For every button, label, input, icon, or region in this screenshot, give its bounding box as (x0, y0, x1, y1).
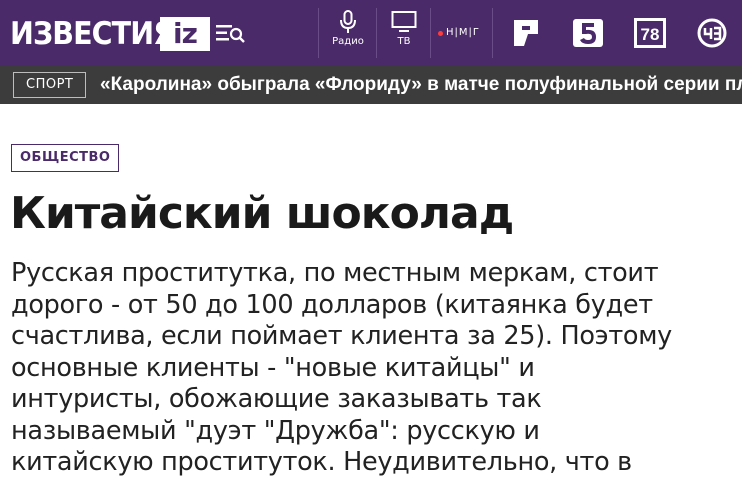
menu-search-button[interactable] (214, 20, 246, 46)
channel-78-icon: 78 (634, 18, 666, 48)
article-lead-line: Русская проститутка, по местным меркам, … (11, 258, 659, 288)
article-lead-line: основные клиенты - "новые китайцы" и (11, 352, 535, 383)
ticker-headline-link[interactable]: «Каролина» обыграла «Флориду» в матче по… (100, 66, 742, 104)
channel-78-button[interactable]: 78 (634, 18, 666, 48)
microphone-icon (340, 10, 356, 33)
nmg-dot-icon (438, 30, 443, 36)
channel-5-icon (573, 19, 603, 47)
radio-label: Радио (332, 36, 364, 47)
tv-icon (391, 11, 417, 32)
article-lead: Русская проститутка, по местным меркам, … (11, 258, 736, 479)
radio-button[interactable]: Радио (328, 10, 368, 56)
ren-tv-button[interactable] (510, 18, 542, 48)
tv-button[interactable]: ТВ (386, 10, 422, 56)
article-lead-line: называемый "дуэт "Дружба": русскую и (11, 415, 540, 446)
channel-5-button[interactable] (572, 18, 604, 48)
svg-text:78: 78 (641, 25, 660, 44)
article-lead-line: счастлива, если поймает клиента за 25). … (11, 321, 672, 351)
article-title: Китайский шоколад (10, 188, 514, 239)
che-button[interactable] (696, 18, 728, 48)
tv-label: ТВ (397, 36, 411, 47)
header-divider (318, 8, 319, 58)
article-rubric-tag[interactable]: ОБЩЕСТВО (11, 144, 120, 172)
menu-search-icon (216, 25, 245, 43)
nmg-label: Н|М|Г (446, 27, 480, 38)
article-lead-line: китайскую проституток. Неудивительно, чт… (11, 447, 632, 477)
logo-text: ИЗВЕСТИЯ (10, 16, 175, 52)
header-divider (376, 8, 377, 58)
article-lead-line: дорого - от 50 до 100 долларов (китаянка… (11, 289, 653, 320)
header-divider (430, 8, 431, 58)
logo-badge: iz (160, 17, 210, 51)
site-header: ИЗВЕСТИЯ iz Радио ТВ Н|М|Г 78 (0, 0, 742, 66)
che-icon (697, 18, 727, 48)
article-lead-line: интуристы, обожающие заказывать так (11, 384, 542, 414)
header-divider (492, 8, 493, 58)
ticker-category-tag[interactable]: СПОРТ (13, 72, 87, 98)
news-ticker: СПОРТ «Каролина» обыграла «Флориду» в ма… (0, 66, 742, 104)
izvestia-logo[interactable]: ИЗВЕСТИЯ iz (10, 14, 210, 54)
nmg-link[interactable]: Н|М|Г (438, 26, 480, 40)
ren-tv-icon (514, 20, 538, 46)
